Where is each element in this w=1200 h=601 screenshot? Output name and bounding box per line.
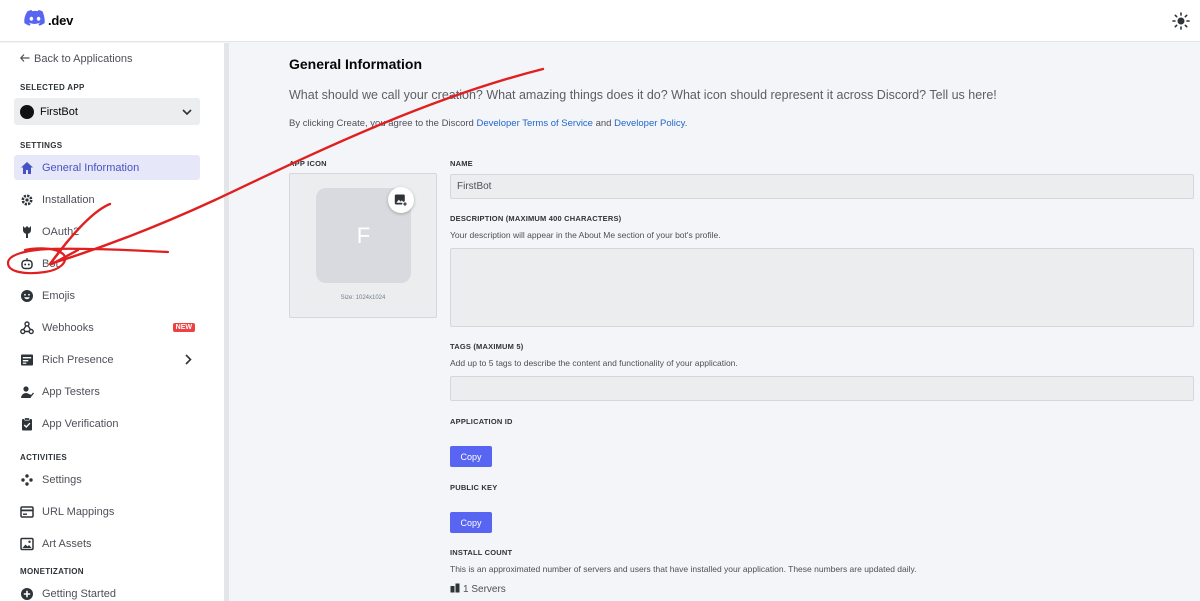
description-label: DESCRIPTION (MAXIMUM 400 CHARACTERS) — [450, 214, 622, 223]
sidebar-item-label: Art Assets — [42, 537, 92, 550]
sidebar-item-getting-started[interactable]: Getting Started — [14, 581, 200, 601]
terms-notice: By clicking Create, you agree to the Dis… — [289, 118, 687, 129]
terms-prefix: By clicking Create, you agree to the Dis… — [289, 118, 477, 129]
sidebar-item-webhooks[interactable]: Webhooks NEW — [14, 315, 200, 340]
arrow-left-icon — [19, 53, 30, 65]
name-label: NAME — [450, 159, 473, 168]
activities-section-label: ACTIVITIES — [20, 453, 68, 462]
server-icon — [450, 583, 460, 596]
sidebar-item-oauth2[interactable]: OAuth2 — [14, 219, 200, 244]
sidebar-item-label: Webhooks — [42, 321, 94, 334]
sidebar-item-bot[interactable]: Bot — [14, 251, 200, 276]
public-key-label: PUBLIC KEY — [450, 483, 498, 492]
install-count-help: This is an approximated number of server… — [450, 564, 917, 574]
sidebar-item-label: General Information — [42, 161, 140, 174]
servers-count: 1 Servers — [463, 584, 506, 595]
terms-and: and — [592, 118, 615, 129]
monetization-section-label: MONETIZATION — [20, 567, 84, 576]
sidebar-item-label: Emojis — [42, 289, 76, 302]
copy-public-key-button[interactable]: Copy — [450, 512, 492, 533]
main-content: General Information What should we call … — [229, 43, 1200, 601]
sidebar-item-emojis[interactable]: Emojis — [14, 283, 200, 308]
app-icon-label: APP ICON — [289, 159, 327, 168]
install-count-label: INSTALL COUNT — [450, 548, 513, 557]
tags-help: Add up to 5 tags to describe the content… — [450, 358, 738, 368]
back-label: Back to Applications — [34, 53, 133, 65]
app-name: FirstBot — [40, 105, 78, 118]
application-id-label: APPLICATION ID — [450, 417, 513, 426]
sidebar-item-activity-settings[interactable]: Settings — [14, 467, 200, 492]
sidebar-item-app-verification[interactable]: App Verification — [14, 411, 200, 436]
sidebar-item-label: Rich Presence — [42, 353, 114, 366]
tags-label: TAGS (MAXIMUM 5) — [450, 342, 524, 351]
name-input[interactable]: FirstBot — [450, 174, 1194, 199]
top-bar: .dev — [0, 0, 1200, 42]
sidebar-item-url-mappings[interactable]: URL Mappings — [14, 499, 200, 524]
home-icon — [20, 161, 34, 175]
chevron-right-icon — [185, 354, 192, 368]
sidebar-item-app-testers[interactable]: App Testers — [14, 379, 200, 404]
sidebar: Back to Applications SELECTED APP FirstB… — [0, 43, 224, 601]
bot-icon — [20, 257, 34, 271]
back-to-applications-link[interactable]: Back to Applications — [19, 53, 210, 65]
page-subtitle: What should we call your creation? What … — [289, 88, 997, 102]
discord-logo-icon — [24, 10, 46, 31]
app-avatar — [20, 104, 34, 119]
gear-icon — [20, 193, 34, 207]
emoji-icon — [20, 289, 34, 303]
copy-application-id-button[interactable]: Copy — [450, 446, 492, 467]
sidebar-item-label: App Verification — [42, 417, 119, 430]
sidebar-item-label: Installation — [42, 193, 95, 206]
wrench-icon — [20, 225, 34, 239]
sidebar-item-label: App Testers — [42, 385, 100, 398]
chevron-down-icon — [182, 106, 192, 118]
image-add-icon[interactable] — [388, 187, 414, 213]
sidebar-item-installation[interactable]: Installation — [14, 187, 200, 212]
rich-presence-icon — [20, 353, 34, 367]
app-icon-size: Size: 1024x1024 — [340, 295, 386, 301]
description-textarea[interactable] — [450, 248, 1194, 327]
tags-input[interactable] — [450, 376, 1194, 401]
settings-section-label: SETTINGS — [20, 141, 63, 150]
developer-terms-link[interactable]: Developer Terms of Service — [476, 118, 593, 129]
sidebar-item-art-assets[interactable]: Art Assets — [14, 531, 200, 556]
page-title: General Information — [289, 56, 423, 72]
sidebar-item-label: URL Mappings — [42, 505, 115, 518]
gamepad-icon — [20, 473, 34, 487]
name-value: FirstBot — [457, 181, 492, 192]
sidebar-item-general-information[interactable]: General Information — [14, 155, 200, 180]
plus-circle-icon — [20, 587, 34, 601]
sidebar-item-label: OAuth2 — [42, 225, 80, 238]
webhook-icon — [20, 320, 34, 335]
logo-wordmark: .dev — [48, 13, 74, 28]
developer-policy-link[interactable]: Developer Policy — [614, 118, 685, 129]
user-icon — [20, 385, 34, 399]
link-card-icon — [20, 505, 34, 519]
sun-icon[interactable] — [1172, 12, 1190, 30]
discord-dev-logo[interactable]: .dev — [24, 10, 73, 31]
app-icon-uploader[interactable]: F Size: 1024x1024 — [289, 173, 437, 318]
servers-count-row: 1 Servers — [450, 583, 506, 596]
sidebar-item-rich-presence[interactable]: Rich Presence — [14, 347, 200, 372]
clipboard-check-icon — [20, 417, 34, 431]
app-icon-letter: F — [356, 222, 371, 248]
sidebar-item-label: Bot — [42, 257, 59, 270]
sidebar-item-label: Getting Started — [42, 587, 116, 600]
selected-app-label: SELECTED APP — [20, 83, 85, 92]
sidebar-item-label: Settings — [42, 473, 82, 486]
image-icon — [20, 537, 34, 551]
description-help: Your description will appear in the Abou… — [450, 230, 721, 240]
new-badge: NEW — [172, 323, 195, 332]
terms-suffix: . — [684, 118, 688, 129]
app-selector[interactable]: FirstBot — [14, 98, 200, 125]
